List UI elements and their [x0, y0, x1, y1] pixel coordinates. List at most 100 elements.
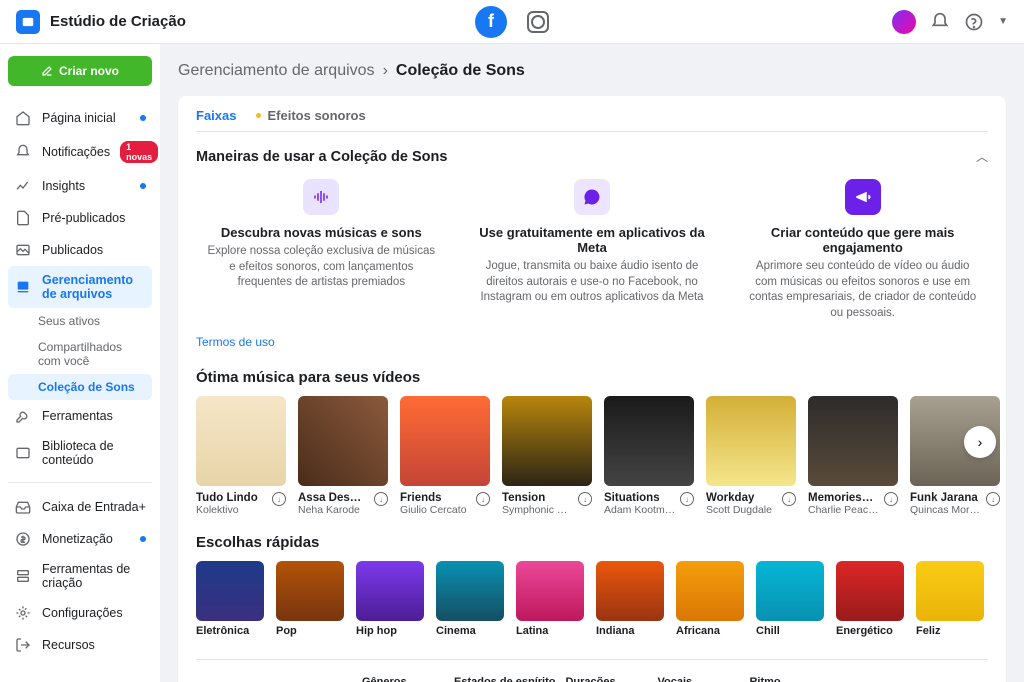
nav-monetization[interactable]: Monetização — [8, 523, 152, 555]
download-icon[interactable]: ↓ — [680, 492, 694, 506]
category-label: Pop — [276, 625, 344, 637]
filter-genres: GênerosEscolher — [362, 676, 444, 682]
track-title: Memories Like ... — [808, 492, 876, 504]
sub-your-assets[interactable]: Seus ativos — [8, 308, 152, 334]
exit-icon — [14, 636, 32, 654]
nav-settings[interactable]: Configurações — [8, 597, 152, 629]
nav-library[interactable]: Biblioteca de conteúdo — [8, 432, 152, 474]
category-item[interactable]: Africana — [676, 561, 744, 637]
nav-create-tools[interactable]: Ferramentas de criação — [8, 555, 152, 597]
track-artist: Kolektivo — [196, 504, 258, 516]
create-new-button[interactable]: Criar novo — [8, 56, 152, 86]
download-icon[interactable]: ↓ — [782, 492, 796, 506]
category-item[interactable]: Hip hop — [356, 561, 424, 637]
track-item[interactable]: Tension Symphonic Planet ↓ — [502, 396, 592, 516]
category-item[interactable]: Indiana — [596, 561, 664, 637]
header-left: Estúdio de Criação — [16, 10, 186, 34]
nav-file-management[interactable]: Gerenciamento de arquivos — [8, 266, 152, 308]
dot-indicator — [140, 536, 146, 542]
create-btn-label: Criar novo — [59, 64, 119, 78]
category-thumb — [516, 561, 584, 621]
category-item[interactable]: Cinema — [436, 561, 504, 637]
category-thumb — [276, 561, 344, 621]
nav-prepublished[interactable]: Pré-publicados — [8, 202, 152, 234]
bell-icon[interactable] — [930, 12, 950, 32]
section-quick-title: Escolhas rápidas — [196, 534, 988, 551]
carousel-next-button[interactable]: › — [964, 426, 996, 458]
facebook-icon[interactable]: f — [475, 6, 507, 38]
download-icon[interactable]: ↓ — [272, 492, 286, 506]
tab-sfx[interactable]: Efeitos sonoros — [256, 108, 365, 123]
filter-moods: Estados de espíritoEscolher — [454, 676, 555, 682]
header-center-tabs: f — [475, 6, 549, 38]
image-icon — [14, 241, 32, 259]
filter-vocals: VocaisEscolher — [657, 676, 739, 682]
track-item[interactable]: Friends Giulio Cercato ↓ — [400, 396, 490, 516]
category-label: Energético — [836, 625, 904, 637]
info-col-title: Descubra novas músicas e sons — [204, 225, 439, 240]
nav-insights[interactable]: Insights — [8, 170, 152, 202]
category-thumb — [916, 561, 984, 621]
dot-icon — [256, 113, 261, 118]
app-logo-icon — [16, 10, 40, 34]
category-item[interactable]: Eletrônica — [196, 561, 264, 637]
category-label: Indiana — [596, 625, 664, 637]
track-item[interactable]: Workday Scott Dugdale ↓ — [706, 396, 796, 516]
nav-resources[interactable]: Recursos — [8, 629, 152, 661]
track-artwork — [604, 396, 694, 486]
info-col-discover: Descubra novas músicas e sons Explore no… — [196, 179, 447, 321]
tab-tracks[interactable]: Faixas — [196, 108, 236, 123]
edit-icon — [41, 65, 53, 77]
category-row: Eletrônica Pop Hip hop Cinema Latina Ind… — [196, 561, 988, 637]
header-right: ▼ — [892, 10, 1008, 34]
track-item[interactable]: Situations Adam Kootman ↓ — [604, 396, 694, 516]
track-artwork — [298, 396, 388, 486]
nav-tools[interactable]: Ferramentas — [8, 400, 152, 432]
track-item[interactable]: Memories Like ... Charlie Peacock ↓ — [808, 396, 898, 516]
category-label: Cinema — [436, 625, 504, 637]
download-icon[interactable]: ↓ — [374, 492, 388, 506]
gear-icon — [14, 604, 32, 622]
chevron-up-icon[interactable]: ︿ — [976, 148, 988, 165]
track-title: Friends — [400, 492, 467, 504]
track-item[interactable]: Tudo Lindo Kolektivo ↓ — [196, 396, 286, 516]
chevron-right-icon: › — [383, 62, 388, 80]
track-artist: Giulio Cercato — [400, 504, 467, 516]
nav-notifications[interactable]: Notificações1 novas — [8, 134, 152, 170]
download-icon[interactable]: ↓ — [986, 492, 1000, 506]
track-carousel: Tudo Lindo Kolektivo ↓ Assa Desh Maa... … — [196, 396, 988, 516]
category-thumb — [596, 561, 664, 621]
category-item[interactable]: Latina — [516, 561, 584, 637]
help-icon[interactable] — [964, 12, 984, 32]
sub-sound-collection[interactable]: Coleção de Sons — [8, 374, 152, 400]
info-header: Maneiras de usar a Coleção de Sons ︿ — [196, 148, 988, 165]
category-item[interactable]: Energético — [836, 561, 904, 637]
main-card: Faixas Efeitos sonoros Maneiras de usar … — [178, 96, 1006, 682]
terms-link[interactable]: Termos de uso — [196, 335, 275, 349]
sub-shared[interactable]: Compartilhados com você — [8, 334, 152, 374]
info-col-engage: Criar conteúdo que gere mais engajamento… — [737, 179, 988, 321]
user-avatar[interactable] — [892, 10, 916, 34]
category-label: Chill — [756, 625, 824, 637]
download-icon[interactable]: ↓ — [884, 492, 898, 506]
track-artwork — [502, 396, 592, 486]
download-icon[interactable]: ↓ — [578, 492, 592, 506]
dollar-icon — [14, 530, 32, 548]
nav-home[interactable]: Página inicial — [8, 102, 152, 134]
nav-published[interactable]: Publicados — [8, 234, 152, 266]
category-thumb — [676, 561, 744, 621]
category-item[interactable]: Feliz — [916, 561, 984, 637]
category-item[interactable]: Chill — [756, 561, 824, 637]
breadcrumb: Gerenciamento de arquivos › Coleção de S… — [178, 62, 1006, 80]
stack-icon — [14, 567, 32, 585]
nav-inbox[interactable]: Caixa de Entrada+ — [8, 491, 152, 523]
info-col-title: Use gratuitamente em aplicativos da Meta — [475, 225, 710, 255]
account-caret-icon[interactable]: ▼ — [998, 16, 1008, 27]
track-item[interactable]: Assa Desh Maa... Neha Karode ↓ — [298, 396, 388, 516]
download-icon[interactable]: ↓ — [476, 492, 490, 506]
instagram-icon[interactable] — [527, 11, 549, 33]
category-item[interactable]: Pop — [276, 561, 344, 637]
track-title: Tudo Lindo — [196, 492, 258, 504]
breadcrumb-parent[interactable]: Gerenciamento de arquivos — [178, 62, 375, 80]
track-title: Tension — [502, 492, 570, 504]
